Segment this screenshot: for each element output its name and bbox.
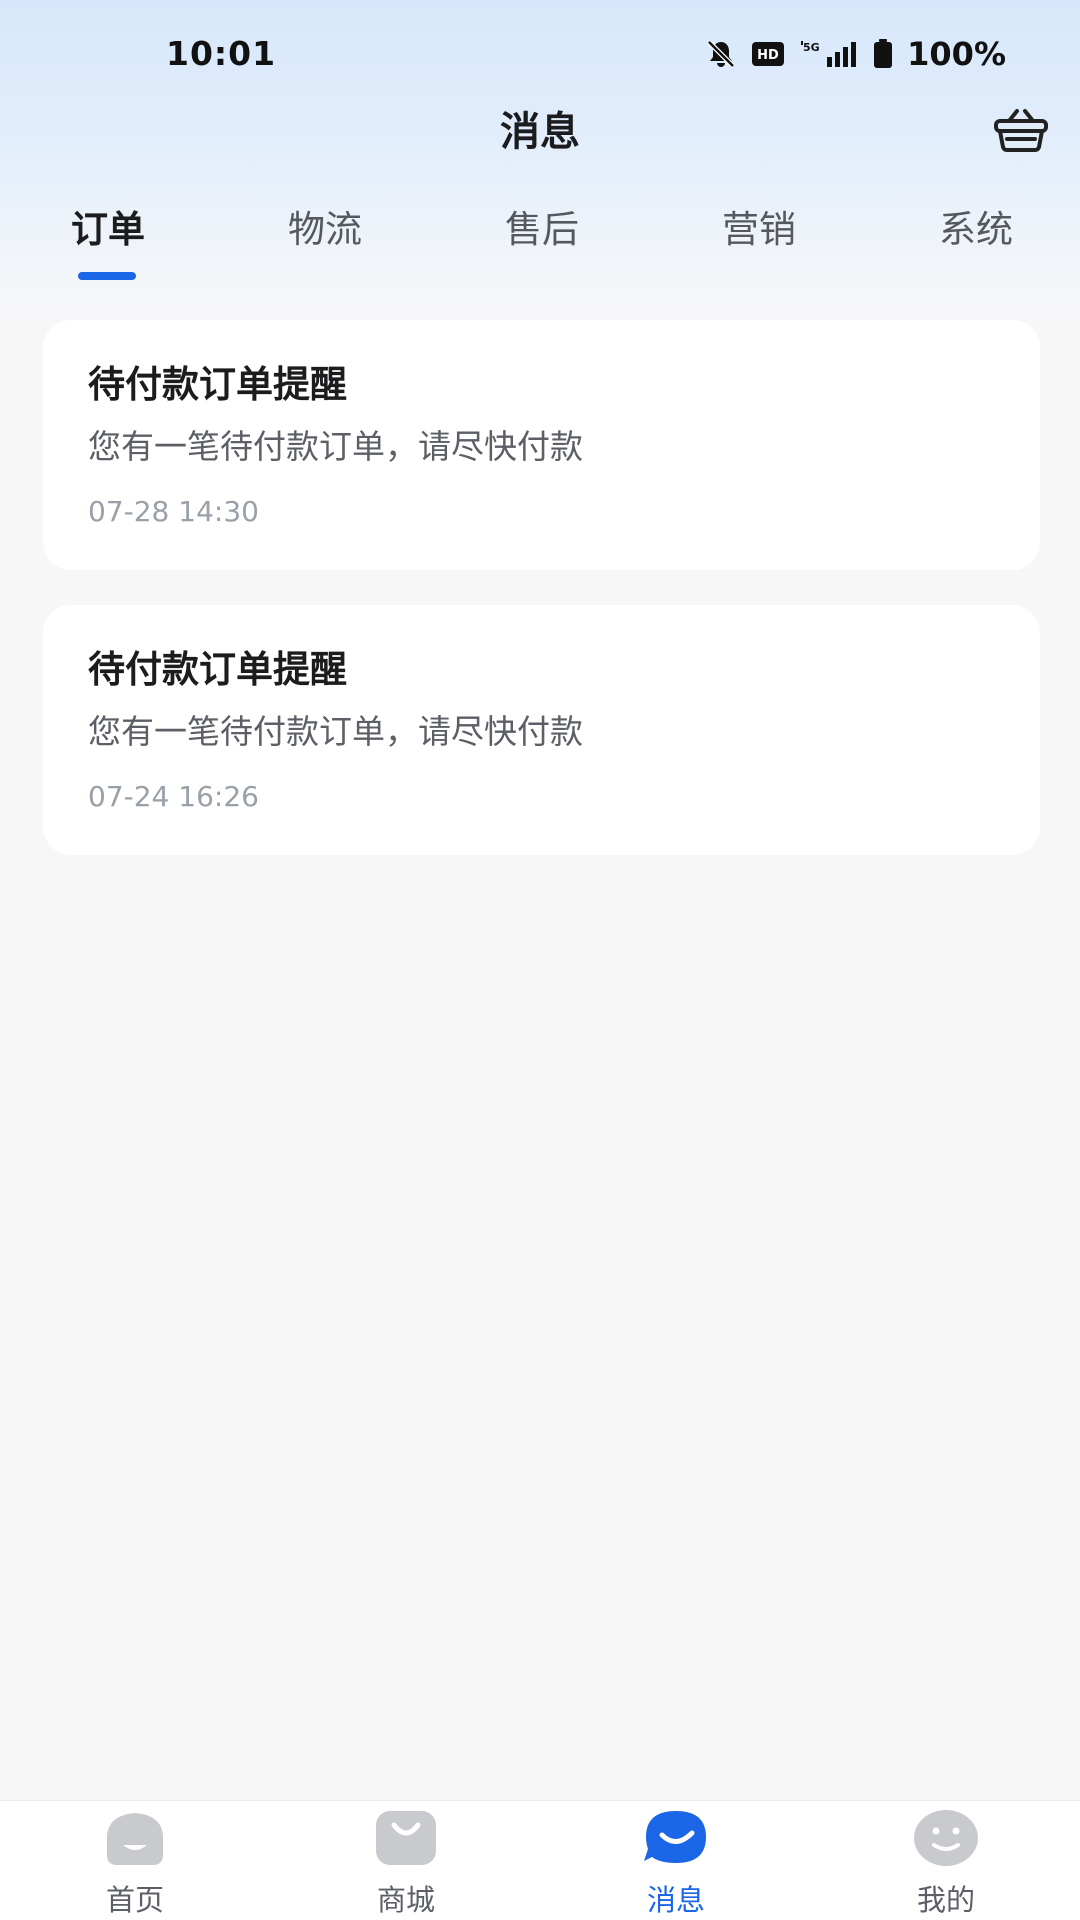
header: 消息	[0, 100, 1080, 170]
nav-item-profile[interactable]: 我的	[866, 1801, 1026, 1920]
battery-icon	[873, 39, 893, 69]
mute-bell-icon	[705, 38, 737, 70]
message-card[interactable]: 待付款订单提醒 您有一笔待付款订单，请尽快付款 07-24 16:26	[43, 605, 1040, 855]
basket-button[interactable]	[990, 104, 1052, 160]
active-tab-indicator	[78, 272, 136, 280]
status-icons: HD 5G 100%	[705, 34, 1006, 74]
nav-label: 我的	[916, 1883, 975, 1917]
tab-logistics[interactable]: 物流	[245, 200, 405, 260]
signal-5g-icon: 5G	[799, 39, 859, 69]
bottom-nav: 首页 商城 消息 我的	[0, 1800, 1080, 1920]
nav-label: 商城	[376, 1883, 435, 1917]
tab-after-sales[interactable]: 售后	[462, 200, 622, 260]
home-icon	[97, 1807, 173, 1869]
message-icon	[638, 1807, 714, 1869]
tab-system[interactable]: 系统	[896, 200, 1056, 260]
tab-orders[interactable]: 订单	[28, 200, 188, 260]
nav-item-home[interactable]: 首页	[55, 1801, 215, 1920]
message-category-tabs: 订单 物流 售后 营销 系统	[0, 200, 1080, 280]
nav-label: 消息	[646, 1883, 705, 1917]
battery-percentage: 100%	[907, 35, 1006, 73]
hd-icon: HD	[751, 41, 785, 67]
message-card[interactable]: 待付款订单提醒 您有一笔待付款订单，请尽快付款 07-28 14:30	[43, 320, 1040, 570]
status-bar: 10:01 HD 5G 100%	[0, 0, 1080, 110]
basket-icon	[993, 107, 1049, 157]
message-title: 待付款订单提醒	[88, 363, 347, 406]
message-time: 07-28 14:30	[88, 495, 259, 528]
message-title: 待付款订单提醒	[88, 648, 347, 691]
message-body: 您有一笔待付款订单，请尽快付款	[88, 427, 583, 466]
messages-screen: 10:01 HD 5G 100% 消息 订单 物流 售后 营销 系统 待付款订单…	[0, 0, 1080, 1920]
message-body: 您有一笔待付款订单，请尽快付款	[88, 712, 583, 751]
page-title: 消息	[500, 109, 580, 155]
nav-item-mall[interactable]: 商城	[326, 1801, 486, 1920]
profile-icon	[908, 1807, 984, 1869]
message-time: 07-24 16:26	[88, 780, 259, 813]
mall-icon	[368, 1807, 444, 1869]
nav-label: 首页	[105, 1883, 164, 1917]
svg-text:5G: 5G	[803, 41, 820, 54]
svg-text:HD: HD	[757, 48, 779, 63]
nav-item-messages[interactable]: 消息	[596, 1801, 756, 1920]
status-time: 10:01	[166, 34, 277, 73]
tab-marketing[interactable]: 营销	[679, 200, 839, 260]
